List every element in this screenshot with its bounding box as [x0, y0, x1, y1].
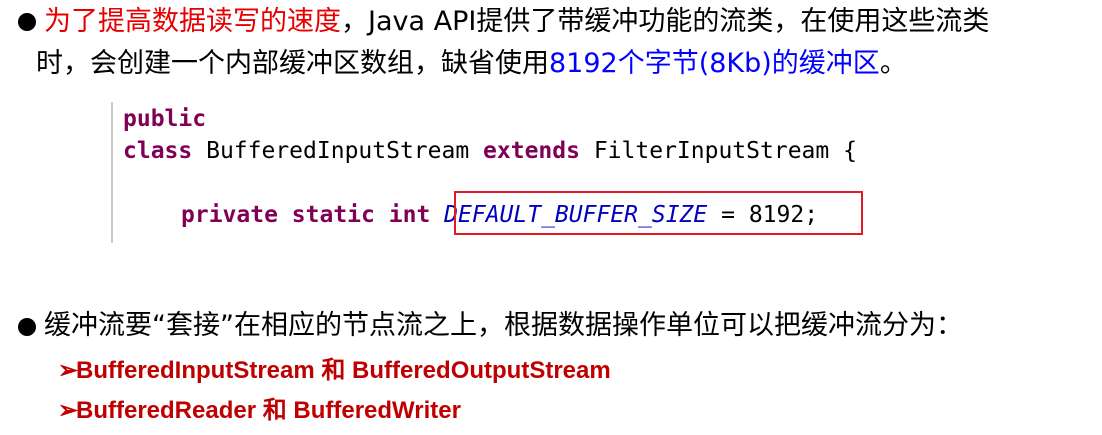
- class-name: BufferedInputStream: [192, 138, 484, 164]
- keyword-public: public: [123, 106, 207, 132]
- bullet-1-text: ，Java API提供了带缓冲功能的流类，在使用这些流类: [341, 6, 990, 37]
- bullet-1-buffer-size: 8192个字节(8Kb)的缓冲区: [549, 48, 880, 79]
- sub-item-2: ➢BufferedReader 和 BufferedWriter: [58, 396, 461, 426]
- code-line-1: public: [123, 103, 206, 135]
- bullet-1-dot: [18, 13, 36, 31]
- superclass-name: FilterInputStream {: [579, 138, 857, 164]
- bullet-1-line-1: 为了提高数据读写的速度，Java API提供了带缓冲功能的流类，在使用这些流类: [44, 5, 989, 39]
- arrow-bullet-icon: ➢: [58, 397, 79, 424]
- sub-item-1-text: BufferedInputStream 和 BufferedOutputStre…: [76, 357, 611, 384]
- bullet-1-line-2-end: 。: [879, 48, 907, 79]
- bullet-2-line: 缓冲流要“套接”在相应的节点流之上，根据数据操作单位可以把缓冲流分为：: [44, 309, 963, 343]
- bullet-2-text: 缓冲流要“套接”在相应的节点流之上，根据数据操作单位可以把缓冲流分为：: [44, 310, 963, 341]
- sub-item-2-text: BufferedReader 和 BufferedWriter: [76, 397, 461, 424]
- keyword-class: class: [123, 138, 193, 164]
- bullet-2-dot: [18, 318, 36, 336]
- code-line-2: class BufferedInputStream extends Filter…: [123, 135, 857, 167]
- arrow-bullet-icon: ➢: [58, 357, 79, 384]
- keyword-int: int: [388, 202, 431, 228]
- keyword-private: private: [181, 202, 278, 228]
- highlight-box: [454, 191, 863, 235]
- bullet-1-highlight: 为了提高数据读写的速度: [44, 6, 341, 37]
- bullet-1-line-2: 时，会创建一个内部缓冲区数组，缺省使用8192个字节(8Kb)的缓冲区。: [36, 47, 907, 81]
- bullet-1-line-2-text: 时，会创建一个内部缓冲区数组，缺省使用: [36, 48, 549, 79]
- keyword-static: static: [291, 202, 375, 228]
- code-margin-bar: [111, 102, 113, 243]
- keyword-extends: extends: [483, 138, 580, 164]
- sub-item-1: ➢BufferedInputStream 和 BufferedOutputStr…: [58, 356, 611, 386]
